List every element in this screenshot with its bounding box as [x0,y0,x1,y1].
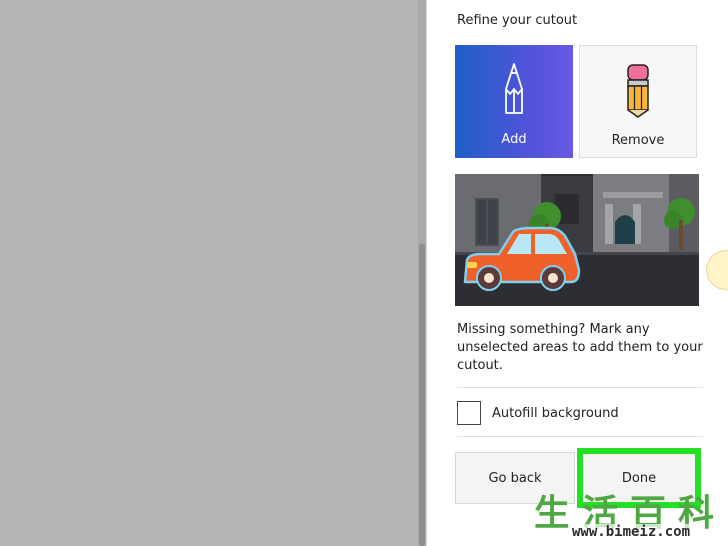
add-tool-button[interactable]: Add [455,45,573,158]
go-back-button[interactable]: Go back [455,452,575,504]
cutout-preview-image [455,174,699,306]
help-text: Missing something? Mark any unselected a… [457,322,703,373]
canvas-area[interactable] [0,0,418,546]
car-street-illustration [455,174,699,306]
done-button[interactable]: Done [577,448,701,508]
panel-title: Refine your cutout [457,13,578,28]
refine-cutout-panel: Refine your cutout Add Remove Missing so… [426,0,728,546]
autofill-checkbox[interactable] [457,401,481,425]
canvas-scrollbar-thumb[interactable] [419,244,425,546]
add-tool-label: Add [501,132,527,147]
remove-tool-label: Remove [611,133,665,148]
autofill-background-option[interactable]: Autofill background [457,401,619,425]
divider-bottom [457,436,703,437]
autofill-label: Autofill background [492,405,619,421]
eraser-pencil-icon [627,64,649,118]
pencil-icon [505,63,523,114]
remove-tool-button[interactable]: Remove [579,45,697,158]
divider-top [457,387,703,388]
